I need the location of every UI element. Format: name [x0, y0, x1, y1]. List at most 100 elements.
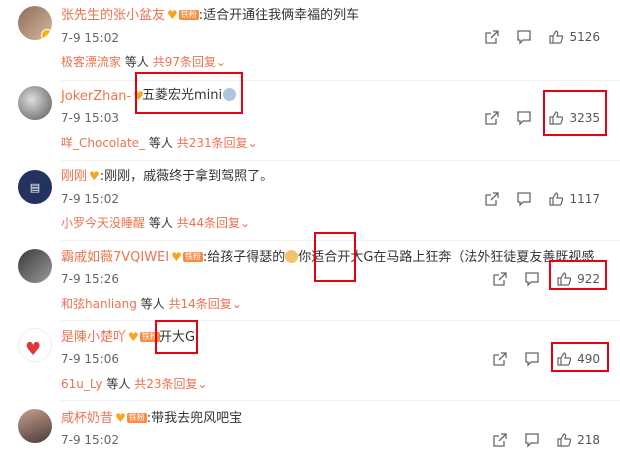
chevron-down-icon[interactable]: ⌄ — [216, 55, 226, 69]
avatar[interactable]: ▤ — [18, 170, 52, 204]
comment-icon[interactable] — [524, 432, 540, 448]
avatar[interactable] — [18, 409, 52, 443]
reply-summary[interactable]: 61u_Ly 等人 共23条回复⌄ — [61, 375, 208, 393]
heart-icon: ♥ — [89, 169, 100, 183]
thumbs-up-icon[interactable] — [548, 29, 564, 45]
reply-summary[interactable]: 小罗今天没睡醒 等人 共44条回复⌄ — [61, 214, 250, 232]
reply-mid-text: 等人 — [124, 55, 149, 69]
heart-graphic-icon: ♥ — [25, 339, 42, 360]
comment-text: :带我去兜风吧宝 — [146, 411, 243, 426]
avatar[interactable] — [18, 86, 52, 120]
reply-username[interactable]: 极客漂流家 — [61, 55, 121, 69]
comment-actions: 1117 — [468, 191, 600, 207]
thumbs-up-icon[interactable] — [556, 271, 572, 287]
reply-username[interactable]: 61u_Ly — [61, 377, 103, 391]
comment-icon[interactable] — [516, 29, 532, 45]
comment-text: 五菱宏光mini — [142, 88, 223, 103]
username[interactable]: JokerZhan- — [61, 89, 131, 104]
thumbs-up-icon[interactable] — [556, 432, 572, 448]
heart-icon: ♥ — [128, 330, 139, 344]
comment-time: 7-9 15:03 — [61, 111, 119, 125]
share-icon[interactable] — [484, 110, 500, 126]
brand-logo-icon: ▤ — [29, 180, 41, 194]
heart-icon: ♥ — [167, 8, 178, 22]
heart-icon: ♥ — [115, 411, 126, 425]
thumbs-up-icon[interactable] — [548, 110, 564, 126]
chevron-down-icon[interactable]: ⌄ — [240, 216, 250, 230]
fan-badge: 铁粉 — [139, 332, 160, 342]
comment-icon[interactable] — [516, 110, 532, 126]
comment-icon[interactable] — [524, 271, 540, 287]
divider — [61, 240, 620, 241]
like-count: 1117 — [569, 192, 600, 206]
comment-text: 开大G — [159, 330, 196, 345]
comment-actions: 218 — [476, 432, 600, 448]
comment-line: 霸戚如薇7VQIWEI ♥ 铁粉:给孩子得瑟的 你适合开大G在马路上狂奔（法外狂徒夏友… — [61, 248, 594, 267]
chevron-down-icon[interactable]: ⌄ — [248, 136, 258, 150]
avatar[interactable] — [18, 6, 52, 40]
reply-total[interactable]: 共231条回复 — [177, 136, 248, 150]
username[interactable]: 是陳小楚吖 — [61, 330, 126, 345]
comment-time: 7-9 15:02 — [61, 192, 119, 206]
comment-text-wrap: 五菱宏光mini — [142, 87, 237, 105]
thumbs-up-icon[interactable] — [556, 351, 572, 367]
comment-text: :给孩子得瑟的 — [202, 250, 286, 265]
comment-icon[interactable] — [524, 351, 540, 367]
share-icon[interactable] — [492, 271, 508, 287]
divider — [61, 400, 620, 401]
divider — [61, 320, 620, 321]
comment-time: 7-9 15:02 — [61, 31, 119, 45]
username[interactable]: 霸戚如薇7VQIWEI — [61, 250, 169, 265]
comment-actions: 922 — [476, 271, 600, 287]
comment-text: :刚刚，戚薇终于拿到驾照了。 — [99, 169, 274, 184]
comment-text: 在马路上狂奔（法外狂徒夏友善既视感 — [373, 250, 595, 265]
reply-total[interactable]: 共14条回复 — [168, 297, 231, 311]
fan-badge: 铁粉 — [178, 10, 199, 20]
username[interactable]: 张先生的张小盆友 — [61, 8, 165, 23]
share-icon[interactable] — [484, 29, 500, 45]
comment-time: 7-9 15:02 — [61, 433, 119, 447]
reply-summary[interactable]: 和弦hanliang 等人 共14条回复⌄ — [61, 295, 242, 313]
reply-total[interactable]: 共97条回复 — [153, 55, 216, 69]
like-count: 5126 — [569, 30, 600, 44]
dog-emoji-icon — [285, 250, 299, 263]
like-count: 218 — [577, 433, 600, 447]
comment-text: 你适合 — [298, 250, 338, 265]
heart-icon: ♥ — [171, 250, 182, 264]
avatar[interactable]: ♥ — [18, 328, 52, 362]
divider — [61, 80, 620, 81]
comment-text-wrap: 开大G — [159, 329, 195, 347]
reply-total[interactable]: 共44条回复 — [177, 216, 240, 230]
share-icon[interactable] — [492, 432, 508, 448]
thumbs-up-icon[interactable] — [548, 191, 564, 207]
reply-username[interactable]: 咩_Chocolate_ — [61, 136, 145, 150]
reply-username[interactable]: 小罗今天没睡醒 — [61, 216, 145, 230]
like-count: 490 — [577, 352, 600, 366]
reply-summary[interactable]: 极客漂流家 等人 共97条回复⌄ — [61, 53, 226, 71]
divider — [61, 160, 620, 161]
chevron-down-icon[interactable]: ⌄ — [198, 377, 208, 391]
comment-text: :适合开通往我俩幸福的列车 — [198, 8, 360, 23]
like-count: 3235 — [569, 111, 600, 125]
share-icon[interactable] — [492, 351, 508, 367]
reply-mid-text: 等人 — [106, 377, 131, 391]
reply-total[interactable]: 共23条回复 — [134, 377, 197, 391]
like-count: 922 — [577, 272, 600, 286]
comment-line: JokerZhan- ♥ — [61, 87, 144, 106]
comment-time: 7-9 15:06 — [61, 352, 119, 366]
comment-icon[interactable] — [516, 191, 532, 207]
reply-mid-text: 等人 — [148, 136, 173, 150]
username[interactable]: 刚刚 — [61, 169, 87, 184]
reply-summary[interactable]: 咩_Chocolate_ 等人 共231条回复⌄ — [61, 134, 258, 152]
chevron-down-icon[interactable]: ⌄ — [232, 297, 242, 311]
username[interactable]: 咸杯奶昔 — [61, 411, 113, 426]
comment-actions: 5126 — [468, 29, 600, 45]
verified-badge-icon — [41, 29, 52, 40]
reply-username[interactable]: 和弦hanliang — [61, 297, 137, 311]
fan-badge: 铁粉 — [182, 252, 203, 262]
reply-mid-text: 等人 — [148, 216, 173, 230]
comment-line: 张先生的张小盆友 ♥ 铁粉:适合开通往我俩幸福的列车 — [61, 6, 359, 25]
avatar[interactable] — [18, 249, 52, 283]
share-icon[interactable] — [484, 191, 500, 207]
comment-line: 是陳小楚吖 ♥ 铁粉 — [61, 328, 160, 347]
